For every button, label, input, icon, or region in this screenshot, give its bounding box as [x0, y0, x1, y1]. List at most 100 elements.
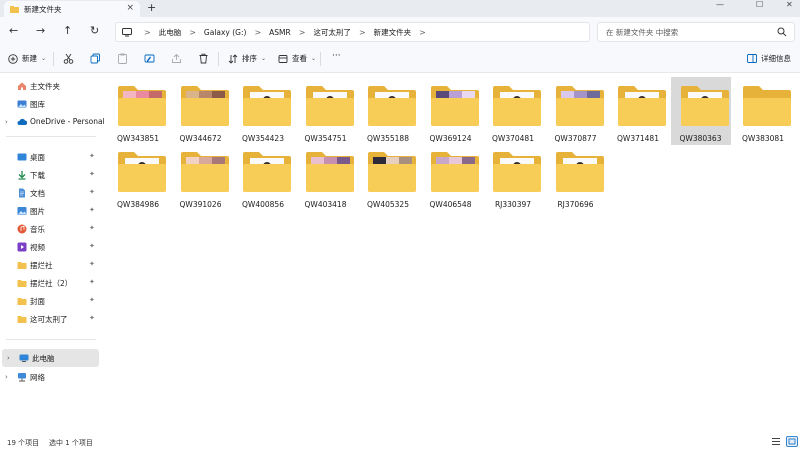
sidebar-item-bailanshe-2[interactable]: 摆烂社（2） ✦ — [0, 274, 100, 292]
sort-icon — [228, 53, 238, 64]
share-icon[interactable] — [171, 53, 182, 64]
divider — [6, 136, 96, 137]
folder-name: QW344672 — [179, 134, 222, 143]
breadcrumb-separator: > — [144, 27, 151, 37]
minimize-button[interactable]: — — [716, 0, 724, 12]
chevron-right-icon[interactable]: › — [7, 354, 10, 362]
sidebar-item-downloads[interactable]: 下载 ✦ — [0, 166, 100, 184]
folder-tile[interactable]: QW369124 — [421, 77, 481, 145]
folder-tile[interactable]: RJ370696 — [546, 143, 606, 211]
folder-icon — [17, 298, 27, 305]
folder-icon — [305, 152, 354, 192]
pin-icon: ✦ — [89, 170, 95, 178]
folder-name: QW391026 — [179, 200, 222, 209]
folder-tile[interactable]: QW403418 — [296, 143, 356, 211]
sidebar-item-pictures[interactable]: 图片 ✦ — [0, 202, 100, 220]
chevron-right-icon[interactable]: › — [5, 373, 8, 381]
folder-tile[interactable]: QW400856 — [233, 143, 293, 211]
breadcrumb-drive[interactable]: Galaxy (G:) — [204, 28, 247, 37]
sidebar-item-documents[interactable]: 文档 ✦ — [0, 184, 100, 202]
folder-tile[interactable]: QW391026 — [171, 143, 231, 211]
folder-name: QW406548 — [429, 200, 472, 209]
sort-button[interactable]: 排序 ⌄ — [228, 53, 266, 64]
sidebar-item-label: 此电脑 — [32, 354, 55, 363]
delete-icon[interactable] — [198, 53, 209, 64]
paste-icon[interactable] — [117, 53, 128, 64]
copy-icon[interactable] — [90, 53, 101, 64]
breadcrumb-separator[interactable]: > — [254, 28, 261, 37]
folder-tile[interactable]: QW354751 — [296, 77, 356, 145]
search-input[interactable]: 在 新建文件夹 中搜索 — [597, 22, 795, 42]
sidebar-item-desktop[interactable]: 桌面 ✦ — [0, 148, 100, 166]
back-button[interactable]: ← — [9, 25, 18, 36]
sidebar-item-onedrive[interactable]: › OneDrive - Personal — [0, 113, 105, 131]
details-pane-button[interactable]: 详细信息 — [747, 53, 791, 64]
sidebar-item-cover[interactable]: 封面 ✦ — [0, 292, 100, 310]
sidebar-item-gallery[interactable]: 图库 — [0, 95, 100, 113]
folder-name: RJ330397 — [494, 200, 532, 209]
sidebar-item-bailanshe[interactable]: 摆烂社 ✦ — [0, 256, 100, 274]
view-button[interactable]: 查看 ⌄ — [278, 53, 316, 64]
folder-icon — [17, 262, 27, 269]
folder-icon — [555, 152, 604, 192]
folder-tile[interactable]: QW406548 — [421, 143, 481, 211]
folder-icon — [243, 152, 291, 192]
folder-icon — [743, 86, 791, 126]
sidebar-item-network[interactable]: › 网络 — [0, 368, 100, 386]
folder-name: QW384986 — [117, 200, 159, 209]
folder-tile[interactable]: QW405325 — [358, 143, 418, 211]
home-icon — [18, 82, 26, 90]
refresh-button[interactable]: ↻ — [90, 25, 99, 36]
breadcrumb-separator[interactable]: > — [189, 28, 196, 37]
breadcrumb-separator[interactable]: > — [359, 28, 366, 37]
folder-name: QW354423 — [242, 134, 284, 143]
folder-tile[interactable]: QW384986 — [108, 143, 168, 211]
folder-tile[interactable]: QW383081 — [733, 77, 793, 145]
folder-icon — [118, 152, 166, 192]
breadcrumb-this-pc[interactable]: 此电脑 — [159, 27, 182, 38]
sidebar-item-videos[interactable]: 视频 ✦ — [0, 238, 100, 256]
desktop-icon — [17, 153, 27, 161]
breadcrumb-separator[interactable]: > — [299, 28, 306, 37]
new-tab-button[interactable]: + — [147, 1, 156, 14]
breadcrumb-parent[interactable]: 这可太刑了 — [313, 27, 351, 38]
folder-tile[interactable]: QW343851 — [108, 77, 168, 145]
sidebar-item-label: 桌面 — [30, 153, 45, 162]
more-options-button[interactable]: ··· — [332, 51, 341, 61]
folder-tile[interactable]: QW370877 — [546, 77, 606, 145]
breadcrumb-separator[interactable]: > — [419, 28, 426, 37]
folder-icon — [430, 152, 479, 192]
chevron-down-icon: ⌄ — [41, 55, 47, 62]
sidebar-item-this-pc[interactable]: › 此电脑 — [2, 349, 99, 367]
forward-button[interactable]: → — [36, 25, 45, 36]
maximize-button[interactable]: ☐ — [756, 0, 763, 12]
sidebar-item-music[interactable]: 音乐 ✦ — [0, 220, 100, 238]
chevron-right-icon[interactable]: › — [5, 118, 8, 126]
sidebar-item-zhekeitaixingle[interactable]: 这可太刑了 ✦ — [0, 310, 100, 328]
folder-tile[interactable]: QW371481 — [608, 77, 668, 145]
folder-icon — [10, 6, 19, 13]
folder-icon — [368, 152, 416, 192]
breadcrumb-asmr[interactable]: ASMR — [269, 28, 291, 37]
close-tab-icon[interactable]: × — [126, 3, 134, 13]
close-window-button[interactable]: ✕ — [786, 0, 793, 12]
file-grid: QW343851 QW344672 QW354423 QW354751 QW355188… — [104, 73, 800, 430]
tiles-view-icon[interactable] — [786, 436, 798, 447]
up-button[interactable]: ↑ — [63, 25, 72, 36]
tab-current-folder[interactable]: 新建文件夹 × — [4, 1, 140, 17]
sidebar-item-home[interactable]: 主文件夹 — [0, 77, 100, 95]
folder-tile[interactable]: QW355188 — [358, 77, 418, 145]
folder-tile[interactable]: QW380363 — [670, 77, 731, 145]
picture-icon — [17, 207, 27, 215]
folder-tile[interactable]: QW370481 — [483, 77, 543, 145]
cut-icon[interactable] — [63, 53, 74, 64]
details-view-icon[interactable] — [770, 436, 782, 447]
folder-tile[interactable]: QW354423 — [233, 77, 293, 145]
folder-tile[interactable]: QW344672 — [171, 77, 231, 145]
rename-icon[interactable] — [144, 53, 155, 64]
new-button[interactable]: 新建 ⌄ — [8, 53, 46, 64]
command-bar: 新建 ⌄ 排序 ⌄ 查看 ⌄ ··· 详细信息 — [0, 46, 800, 73]
address-bar[interactable]: > 此电脑 > Galaxy (G:) > ASMR > 这可太刑了 > 新建文… — [115, 22, 590, 42]
folder-tile[interactable]: RJ330397 — [483, 143, 543, 211]
breadcrumb-current[interactable]: 新建文件夹 — [374, 27, 412, 38]
